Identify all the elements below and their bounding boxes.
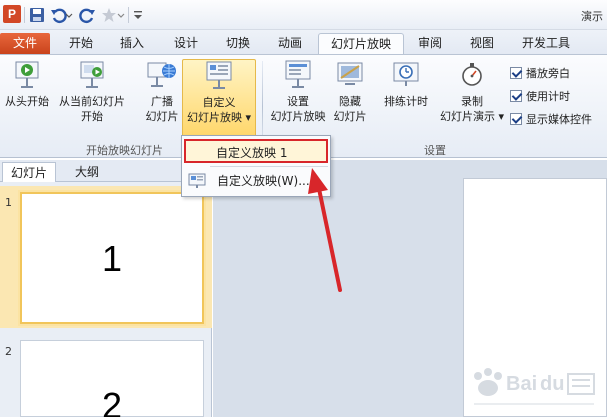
powerpoint-app-icon[interactable]: P bbox=[3, 5, 21, 23]
save-icon[interactable] bbox=[28, 6, 46, 24]
broadcast-label-line2: 幻灯片 bbox=[145, 110, 179, 123]
record-label-line1: 录制 bbox=[461, 95, 483, 108]
setup-slide-show-button[interactable]: 设置 幻灯片放映 bbox=[266, 59, 330, 124]
tab-home[interactable]: 开始 bbox=[58, 33, 104, 54]
checkbox-checked-icon[interactable] bbox=[510, 67, 522, 79]
broadcast-slide-show-button[interactable]: 广播 幻灯片 bbox=[140, 59, 184, 124]
from-current-label-line2: 开始 bbox=[81, 110, 103, 123]
tab-view[interactable]: 视图 bbox=[462, 33, 502, 54]
stopwatch-icon bbox=[462, 63, 482, 86]
show-media-controls-checkbox[interactable]: 显示媒体控件 bbox=[510, 113, 592, 127]
setup-label-line2: 幻灯片放映 bbox=[270, 110, 326, 123]
custom-slide-show-icon bbox=[206, 61, 232, 89]
show-media-controls-label: 显示媒体控件 bbox=[526, 113, 592, 126]
customize-qat-icon[interactable] bbox=[132, 6, 144, 24]
broadcast-icon bbox=[147, 62, 176, 87]
record-label-line2: 幻灯片演示 bbox=[439, 110, 495, 123]
use-timings-label: 使用计时 bbox=[526, 90, 570, 103]
chevron-down-icon[interactable] bbox=[116, 6, 126, 24]
ribbon-tabs: 文件 开始 插入 设计 切换 动画 幻灯片放映 审阅 视图 开发工具 bbox=[0, 30, 607, 54]
window-title: 演示 bbox=[581, 10, 603, 23]
rehearse-label: 排练计时 bbox=[384, 95, 428, 108]
from-current-label-line1: 从当前幻灯片 bbox=[59, 95, 125, 108]
play-from-current-icon bbox=[80, 61, 104, 88]
checkbox-checked-icon[interactable] bbox=[510, 90, 522, 102]
chevron-down-icon[interactable] bbox=[64, 6, 74, 24]
slide-thumbnail-text: 1 bbox=[101, 238, 123, 279]
play-narrations-label: 播放旁白 bbox=[526, 67, 570, 80]
broadcast-label-line1: 广播 bbox=[151, 95, 173, 108]
record-dropdown-arrow: ▾ bbox=[498, 110, 505, 123]
tab-slides[interactable]: 幻灯片 bbox=[2, 162, 56, 182]
tab-file[interactable]: 文件 bbox=[0, 33, 50, 54]
slide-number: 1 bbox=[5, 196, 12, 209]
tab-animations[interactable]: 动画 bbox=[270, 33, 310, 54]
setup-slide-show-icon bbox=[285, 60, 311, 88]
custom-slide-show-label-line2: 幻灯片放映 bbox=[186, 111, 242, 124]
use-timings-checkbox[interactable]: 使用计时 bbox=[510, 90, 570, 104]
tab-developer[interactable]: 开发工具 bbox=[514, 33, 578, 54]
group-label-setup: 设置 bbox=[424, 144, 446, 157]
hide-label-line1: 隐藏 bbox=[339, 95, 361, 108]
custom-slide-show-label-line1: 自定义 bbox=[202, 96, 236, 109]
setup-label-line1: 设置 bbox=[287, 95, 309, 108]
title-bar: P 演示 bbox=[0, 0, 607, 30]
svg-text:du: du bbox=[540, 373, 564, 395]
rehearse-timings-button[interactable]: 排练计时 bbox=[378, 59, 434, 109]
tab-design[interactable]: 设计 bbox=[166, 33, 206, 54]
hide-label-line2: 幻灯片 bbox=[333, 110, 367, 123]
annotation-arrow bbox=[308, 168, 342, 292]
slide-thumbnail-1[interactable]: 1 bbox=[20, 192, 204, 324]
redo-icon[interactable] bbox=[78, 6, 96, 24]
rehearse-timings-icon bbox=[393, 62, 419, 86]
checkbox-checked-icon[interactable] bbox=[510, 113, 522, 125]
play-from-start-icon bbox=[15, 61, 39, 88]
hide-slide-button[interactable]: 隐藏 幻灯片 bbox=[330, 59, 370, 124]
record-slide-show-button[interactable]: 录制 幻灯片演示 ▾ bbox=[436, 59, 508, 124]
from-beginning-label: 从头开始 bbox=[5, 95, 49, 108]
qat-separator bbox=[24, 7, 25, 23]
slide-thumbnail-2[interactable]: 2 bbox=[20, 340, 204, 417]
baidu-watermark-logo: Bai du bbox=[474, 368, 595, 405]
custom-slide-show-button[interactable]: 自定义 幻灯片放映 ▾ bbox=[182, 59, 256, 137]
slide-thumbnail-text: 2 bbox=[101, 385, 123, 417]
play-narrations-checkbox[interactable]: 播放旁白 bbox=[510, 67, 570, 81]
custom-dropdown-arrow: ▾ bbox=[245, 111, 252, 124]
tab-review[interactable]: 审阅 bbox=[410, 33, 450, 54]
svg-text:Bai: Bai bbox=[506, 373, 537, 395]
from-current-slide-button[interactable]: 从当前幻灯片 开始 bbox=[54, 59, 130, 124]
hide-slide-icon bbox=[337, 62, 363, 85]
qat-separator bbox=[128, 7, 129, 23]
group-label-start-slide-show: 开始放映幻灯片 bbox=[86, 144, 163, 157]
slide-number: 2 bbox=[5, 345, 12, 358]
from-beginning-button[interactable]: 从头开始 bbox=[2, 59, 52, 109]
tab-insert[interactable]: 插入 bbox=[112, 33, 152, 54]
tab-transitions[interactable]: 切换 bbox=[218, 33, 258, 54]
tab-slide-show[interactable]: 幻灯片放映 bbox=[318, 33, 404, 54]
tab-outline[interactable]: 大纲 bbox=[60, 162, 114, 182]
